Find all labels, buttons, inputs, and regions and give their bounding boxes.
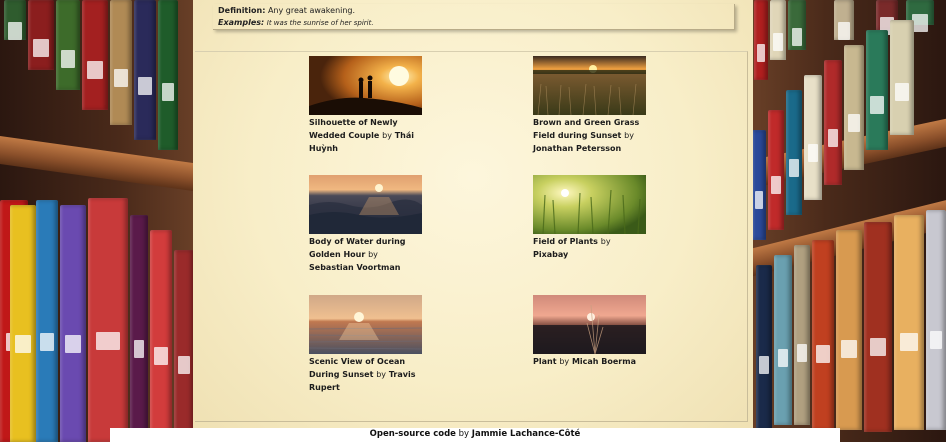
book	[4, 0, 26, 40]
open-source-code-link[interactable]: Open-source code	[370, 429, 456, 439]
book	[150, 230, 172, 442]
photo-title[interactable]: Plant	[533, 357, 557, 366]
book	[812, 240, 834, 430]
ocean-golden-hour-image[interactable]	[309, 175, 422, 234]
book	[794, 245, 810, 425]
book	[804, 75, 822, 200]
book	[894, 215, 924, 430]
book	[88, 198, 128, 442]
photo-title[interactable]: Field of Plants	[533, 237, 598, 246]
photo-author[interactable]: Jonathan Petersson	[533, 144, 621, 153]
book	[844, 45, 864, 170]
book	[774, 255, 792, 425]
examples-row: Examples: It was the sunrise of her spir…	[218, 17, 729, 29]
grass-field-image[interactable]	[533, 56, 646, 115]
parchment-page: Definition: Any great awakening. Example…	[193, 0, 753, 442]
book	[134, 0, 156, 140]
book	[788, 0, 806, 50]
photo-author[interactable]: Micah Boerma	[572, 357, 636, 366]
footer-author-link[interactable]: Jammie Lachance-Côté	[472, 429, 581, 439]
gallery-caption: Field of Plants by Pixabay	[533, 235, 647, 261]
wheat-field-image[interactable]	[533, 175, 646, 234]
book	[866, 30, 888, 150]
book	[36, 200, 58, 442]
gallery-caption: Body of Water during Golden Hour by Seba…	[309, 235, 423, 274]
plant-sunset-image[interactable]	[533, 295, 646, 354]
photo-author[interactable]: Sebastian Voortman	[309, 263, 400, 272]
book	[754, 0, 768, 80]
by-label: by	[600, 237, 611, 246]
book	[926, 210, 946, 430]
by-label: by	[624, 131, 634, 140]
book	[110, 0, 132, 125]
book	[174, 250, 194, 442]
book	[82, 0, 108, 110]
gallery-caption: Brown and Green Grass Field during Sunse…	[533, 116, 647, 155]
gallery-item[interactable]: Scenic View of Ocean During Sunset by Tr…	[309, 295, 423, 394]
photo-title[interactable]: Body of Water during Golden Hour	[309, 237, 406, 259]
by-label: by	[559, 357, 570, 366]
definition-row: Definition: Any great awakening.	[218, 5, 729, 17]
examples-label: Examples:	[218, 18, 265, 27]
gallery-item[interactable]: Plant by Micah Boerma	[533, 295, 647, 368]
gallery-item[interactable]: Brown and Green Grass Field during Sunse…	[533, 56, 647, 155]
book	[56, 0, 80, 90]
gallery-caption: Scenic View of Ocean During Sunset by Tr…	[309, 355, 423, 394]
gallery-item[interactable]: Silhouette of Newly Wedded Couple by Thá…	[309, 56, 423, 155]
by-label: by	[368, 250, 378, 259]
book	[836, 230, 862, 430]
book	[786, 90, 802, 215]
photo-author[interactable]: Pixabay	[533, 250, 568, 259]
definition-box: Definition: Any great awakening. Example…	[213, 4, 735, 30]
gallery-item[interactable]: Field of Plants by Pixabay	[533, 175, 647, 261]
book	[890, 20, 914, 135]
book	[770, 0, 786, 60]
book	[756, 265, 772, 430]
ocean-sunset-image[interactable]	[309, 295, 422, 354]
left-bookshelf-background	[0, 0, 200, 442]
book	[752, 130, 766, 240]
footer-by-label: by	[458, 429, 470, 439]
definition-text: Any great awakening.	[267, 6, 356, 15]
gallery-caption: Silhouette of Newly Wedded Couple by Thá…	[309, 116, 423, 155]
gallery-caption: Plant by Micah Boerma	[533, 355, 647, 368]
book	[130, 215, 148, 442]
book	[28, 0, 54, 70]
by-label: by	[382, 131, 392, 140]
book	[864, 222, 892, 432]
right-bookshelf-background	[746, 0, 946, 442]
couple-silhouette-image[interactable]	[309, 56, 422, 115]
book	[768, 110, 784, 230]
by-label: by	[376, 370, 387, 379]
photo-gallery: Silhouette of Newly Wedded Couple by Thá…	[195, 51, 748, 422]
examples-text: It was the sunrise of her spirit.	[266, 19, 374, 27]
book	[60, 205, 86, 442]
gallery-item[interactable]: Body of Water during Golden Hour by Seba…	[309, 175, 423, 274]
book	[834, 0, 854, 40]
book	[10, 205, 36, 442]
book	[824, 60, 842, 185]
book	[158, 0, 178, 150]
footer: Open-source code by Jammie Lachance-Côté	[110, 428, 840, 442]
definition-label: Definition:	[218, 6, 266, 15]
